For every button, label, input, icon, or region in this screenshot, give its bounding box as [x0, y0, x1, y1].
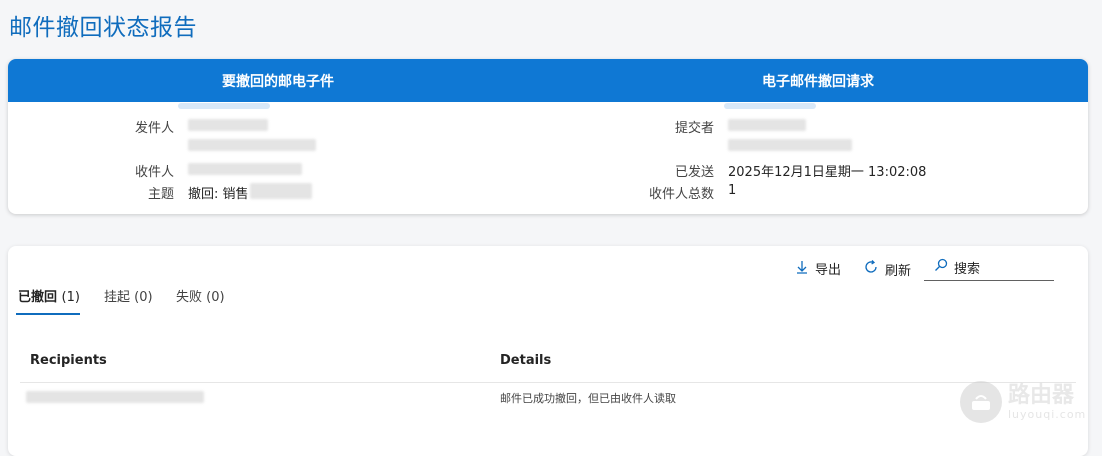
- tab-recalled[interactable]: 已撤回 (1): [18, 286, 80, 305]
- sender-label: 发件人: [134, 121, 174, 136]
- active-tab-indicator: [16, 313, 80, 315]
- table-divider: [20, 382, 1076, 383]
- recipient-label: 收件人: [134, 165, 174, 180]
- export-label: 导出: [815, 263, 842, 278]
- subject-value: 撤回: 销售: [188, 187, 249, 202]
- recall-details-card: 导出 刷新 搜索 已撤回 (1) 挂起 (0) 失败 (0) Recipient…: [8, 246, 1088, 456]
- router-logo-icon: [960, 381, 1002, 423]
- tab-recalled-label: 已撤回: [18, 290, 58, 305]
- total-recipients-label: 收件人总数: [648, 187, 714, 202]
- search-input[interactable]: 搜索: [924, 254, 1054, 281]
- redacted-recipient: [188, 163, 302, 175]
- refresh-icon: [863, 259, 879, 279]
- tab-pending[interactable]: 挂起 (0): [104, 286, 153, 305]
- right-header: 电子邮件撤回请求: [762, 73, 874, 90]
- redacted-subject: [250, 183, 312, 199]
- tab-recalled-count: (1): [61, 290, 80, 305]
- column-header-recipients[interactable]: Recipients: [30, 353, 107, 368]
- watermark-sub: luyouqi.com: [1008, 407, 1087, 421]
- refresh-label: 刷新: [885, 263, 912, 279]
- redacted-recipient-cell: [26, 391, 204, 403]
- tab-failed[interactable]: 失败 (0): [176, 286, 225, 305]
- redacted-submitter-email: [728, 139, 852, 151]
- search-icon: [934, 258, 948, 276]
- redacted-sender: [188, 119, 268, 131]
- page-title: 邮件撤回状态报告: [9, 15, 197, 41]
- column-header-details[interactable]: Details: [500, 353, 551, 368]
- search-placeholder: 搜索: [954, 261, 981, 277]
- tab-pending-label: 挂起: [104, 290, 131, 305]
- sent-label: 已发送: [674, 165, 714, 180]
- recall-summary-card: 要撤回的邮电子件 电子邮件撤回请求 发件人 收件人 主题 撤回: 销售 提交者 …: [8, 59, 1088, 214]
- export-button[interactable]: 导出: [795, 259, 841, 278]
- details-cell: 邮件已成功撤回，但已由收件人读取: [500, 392, 676, 405]
- download-icon: [795, 260, 809, 278]
- subject-label: 主题: [147, 187, 174, 202]
- watermark-main: 路由器: [1008, 382, 1075, 408]
- redacted-highlight: [178, 103, 270, 109]
- card-header: 要撤回的邮电子件 电子邮件撤回请求: [8, 59, 1088, 102]
- refresh-button[interactable]: 刷新: [863, 259, 911, 279]
- submitter-label: 提交者: [674, 121, 714, 136]
- tab-failed-count: (0): [206, 290, 225, 305]
- redacted-submitter: [728, 119, 806, 131]
- redacted-sender-email: [188, 139, 316, 151]
- watermark: 路由器 luyouqi.com: [960, 378, 1090, 426]
- tab-failed-label: 失败: [176, 290, 203, 305]
- redacted-highlight: [724, 103, 816, 109]
- tab-pending-count: (0): [134, 290, 153, 305]
- sent-value: 2025年12月1日星期一 13:02:08: [728, 165, 927, 180]
- total-recipients-value: 1: [728, 183, 737, 198]
- left-header: 要撤回的邮电子件: [222, 73, 334, 90]
